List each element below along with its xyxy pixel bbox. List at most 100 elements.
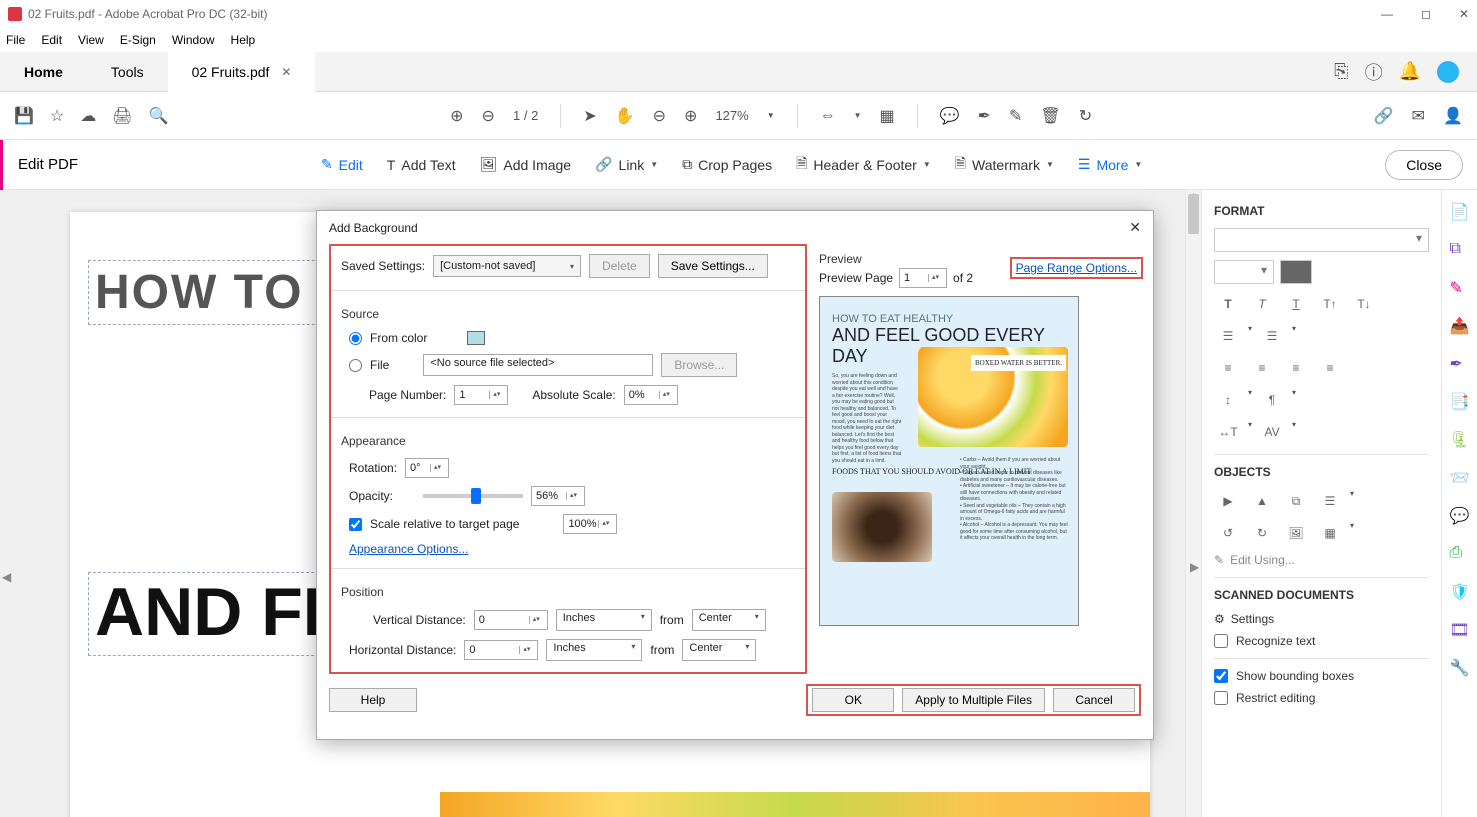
help-icon[interactable]: ⓘ [1365,59,1383,85]
italic-icon[interactable]: T [1248,292,1276,316]
bold-icon[interactable]: T [1214,292,1242,316]
menu-file[interactable]: File [6,33,25,47]
edit-pdf-icon[interactable]: ✎ [1450,278,1470,298]
delete-button[interactable]: Delete [589,254,650,278]
compress-icon[interactable]: 🗜 [1450,430,1470,450]
vertical-scrollbar[interactable]: ▴ [1185,190,1201,817]
crop-obj-icon[interactable]: ⧉ [1282,489,1310,513]
background-color-swatch[interactable] [467,331,485,345]
notifications-icon[interactable]: 🔔 [1399,61,1421,82]
bounding-boxes-checkbox[interactable] [1214,669,1228,683]
edit-using-label[interactable]: Edit Using... [1230,553,1295,567]
browse-button[interactable]: Browse... [661,353,737,377]
delete-icon[interactable]: 🗑 [1040,106,1060,126]
scale-relative-field[interactable]: 100%▴▾ [563,514,617,534]
hand-icon[interactable]: ✋ [615,106,635,126]
subscript-icon[interactable]: T↓ [1350,292,1378,316]
zoom-value[interactable]: 127% [715,108,748,123]
fit-width-icon[interactable]: ⇔ [820,107,836,125]
avatar[interactable] [1437,61,1459,83]
line-spacing-icon[interactable]: ↕ [1214,388,1242,412]
underline-icon[interactable]: T [1282,292,1310,316]
zoom-dropdown[interactable]: ▼ [767,111,775,120]
sign-rail-icon[interactable]: ✒ [1450,354,1470,374]
font-family-select[interactable]: ▾ [1214,228,1429,252]
menu-esign[interactable]: E-Sign [120,33,156,47]
hunit-select[interactable]: Inches▾ [546,639,642,661]
scrollbar-thumb[interactable] [1188,194,1199,234]
align-center-icon[interactable]: ≡ [1248,356,1276,380]
rotate-cw-icon[interactable]: ↻ [1248,521,1276,545]
list-bullet-icon[interactable]: ☰ [1214,324,1242,348]
pointer-icon[interactable]: ➤ [583,106,596,126]
flip-v-icon[interactable]: ▲ [1248,489,1276,513]
settings-link[interactable]: Settings [1231,612,1274,626]
page-display-icon[interactable]: ▦ [880,106,895,126]
dialog-close-icon[interactable]: ✕ [1129,219,1141,236]
horizontal-distance-field[interactable]: 0▴▾ [464,640,538,660]
vfrom-select[interactable]: Center▾ [692,609,766,631]
menu-window[interactable]: Window [172,33,215,47]
list-number-icon[interactable]: ☰ [1258,324,1286,348]
tab-tools[interactable]: Tools [87,52,168,92]
vunit-select[interactable]: Inches▾ [556,609,652,631]
zoom-out-icon[interactable]: ⊖ [653,106,666,126]
restrict-editing-checkbox[interactable] [1214,691,1228,705]
cloud-icon[interactable]: ☁ [80,106,96,126]
export-icon[interactable]: 📤 [1450,316,1470,336]
tab-home[interactable]: Home [0,52,87,92]
menu-edit[interactable]: Edit [41,33,62,47]
apply-multiple-button[interactable]: Apply to Multiple Files [902,688,1045,712]
rotate-ccw-icon[interactable]: ↺ [1214,521,1242,545]
absolute-scale-field[interactable]: 0%▴▾ [624,385,678,405]
add-image-tool[interactable]: 🖼 Add Image [480,156,572,173]
prev-page-arrow[interactable]: ◀ [2,570,11,584]
paragraph-spacing-icon[interactable]: ¶ [1258,388,1286,412]
save-icon[interactable]: 💾 [14,106,34,126]
menu-view[interactable]: View [78,33,104,47]
highlight-icon[interactable]: ✒ [978,106,991,126]
search-icon[interactable]: 🔍 [149,106,169,126]
appearance-options-link[interactable]: Appearance Options... [349,542,468,556]
hfrom-select[interactable]: Center▾ [682,639,756,661]
link-tool[interactable]: 🔗 Link ▼ [595,156,658,173]
page-down-icon[interactable]: ⊖ [482,106,495,126]
video-icon[interactable]: 🎞 [1450,620,1470,640]
maximize-button[interactable]: ◻ [1421,7,1431,21]
source-page-number[interactable]: 1▴▾ [454,385,508,405]
crop-tool[interactable]: ⧉ Crop Pages [682,156,772,173]
combine-icon[interactable]: ⧉ [1450,240,1470,260]
create-pdf-icon[interactable]: 📄 [1450,202,1470,222]
comment-icon[interactable]: 💬 [940,106,960,126]
close-window-button[interactable]: ✕ [1459,7,1469,21]
char-spacing-icon[interactable]: AV [1258,420,1286,444]
save-settings-button[interactable]: Save Settings... [658,254,768,278]
protect-icon[interactable]: 🛡 [1450,582,1470,602]
more-tool[interactable]: ☰ More ▼ [1078,156,1142,173]
star-icon[interactable]: ☆ [50,106,64,126]
recognize-text-checkbox[interactable] [1214,634,1228,648]
more-tools-icon[interactable]: 🔧 [1450,658,1470,678]
share-icon[interactable]: ⎘ [1334,61,1348,82]
close-editbar-button[interactable]: Close [1385,150,1463,180]
file-path-field[interactable]: <No source file selected> [423,354,653,376]
comment-rail-icon[interactable]: 💬 [1450,506,1470,526]
align-left-icon[interactable]: ≡ [1214,356,1242,380]
send-comments-icon[interactable]: 📨 [1450,468,1470,488]
align-justify-icon[interactable]: ≡ [1316,356,1344,380]
from-color-radio[interactable] [349,332,362,345]
arrange-icon[interactable]: ☰ [1316,489,1344,513]
vertical-distance-field[interactable]: 0▴▾ [474,610,548,630]
people-icon[interactable]: 👤 [1443,106,1463,126]
email-icon[interactable]: ✉ [1412,106,1425,126]
saved-settings-select[interactable]: [Custom-not saved]▾ [433,255,581,277]
scale-relative-checkbox[interactable] [349,518,362,531]
opacity-slider[interactable] [423,494,523,498]
header-footer-tool[interactable]: 🗎 Header & Footer ▼ [796,153,931,177]
tab-document[interactable]: 02 Fruits.pdf✕ [168,52,316,92]
align-right-icon[interactable]: ≡ [1282,356,1310,380]
minimize-button[interactable]: — [1381,7,1393,21]
organize-icon[interactable]: 📑 [1450,392,1470,412]
add-text-tool[interactable]: T Add Text [387,157,456,173]
cancel-button[interactable]: Cancel [1053,688,1135,712]
